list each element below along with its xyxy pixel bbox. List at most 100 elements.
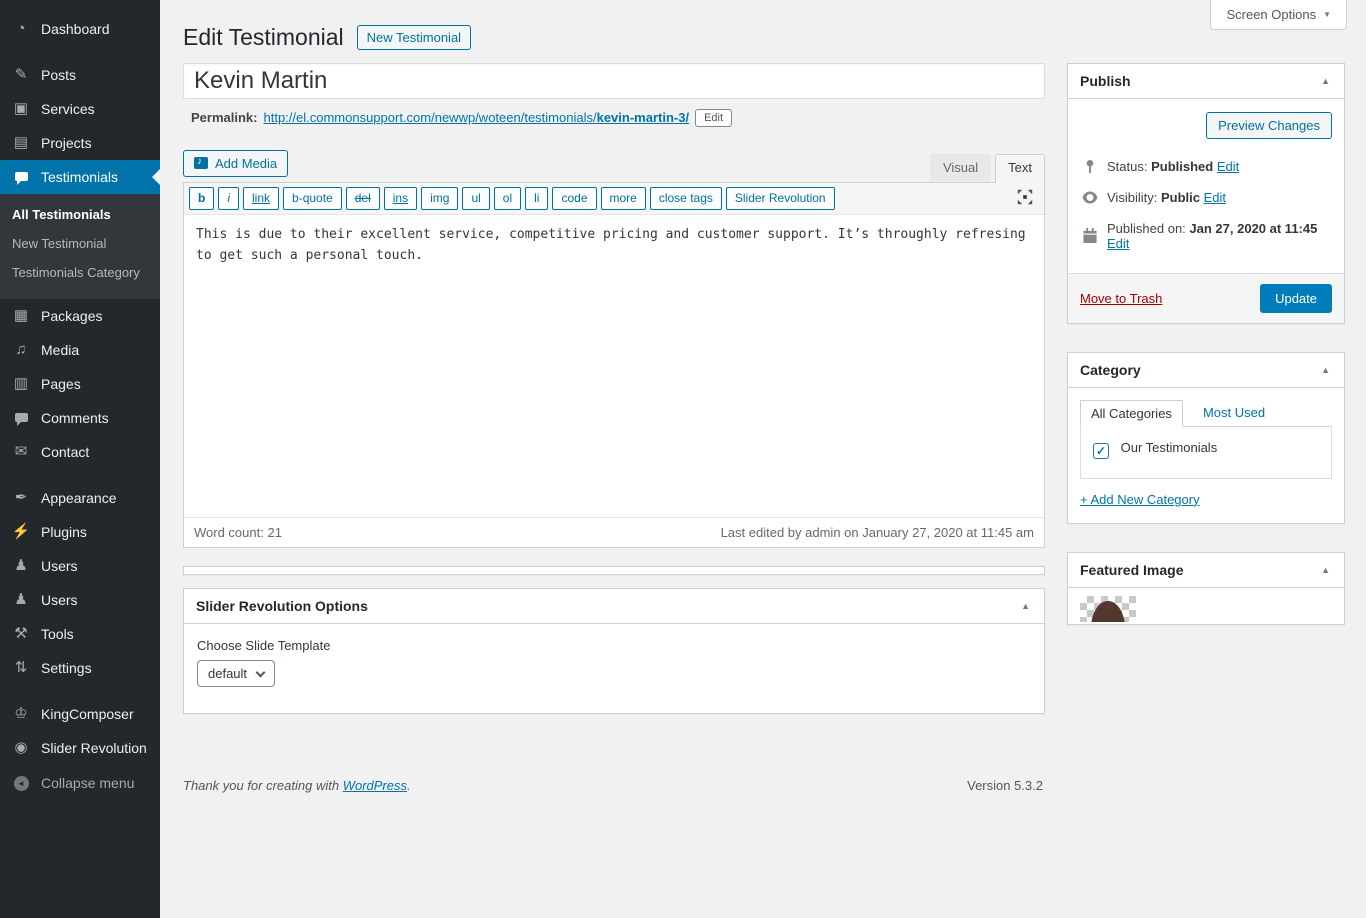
permalink-link[interactable]: http://el.commonsupport.com/newwp/woteen…	[263, 110, 689, 125]
post-title-input[interactable]	[183, 63, 1045, 99]
move-to-trash-link[interactable]: Move to Trash	[1080, 291, 1162, 306]
sidebar-item-users-2[interactable]: ♟ Users	[0, 583, 160, 617]
sidebar-item-services[interactable]: ▣ Services	[0, 92, 160, 126]
crown-icon: ♔	[11, 706, 31, 722]
sidebar-item-kingcomposer[interactable]: ♔ KingComposer	[0, 697, 160, 731]
tab-visual[interactable]: Visual	[930, 154, 991, 181]
quicktag-del-button[interactable]: del	[346, 187, 380, 211]
collapse-toggle-icon[interactable]: ▲	[1019, 599, 1032, 613]
wordpress-link[interactable]: WordPress	[343, 778, 407, 793]
permalink-base: http://el.commonsupport.com/newwp/woteen…	[263, 110, 596, 125]
permalink-slug: kevin-martin-3/	[597, 110, 689, 125]
sidebar-item-dashboard[interactable]: ◔ Dashboard	[0, 12, 160, 46]
user-icon: ♟	[11, 558, 31, 574]
metabox-title: Publish	[1080, 73, 1131, 89]
sidebar-item-tools[interactable]: ⚒ Tools	[0, 617, 160, 651]
plugin-icon: ⚡	[11, 524, 31, 540]
envelope-icon: ✉	[11, 444, 31, 460]
quicktag-ins-button[interactable]: ins	[384, 187, 417, 211]
publish-actions: Move to Trash Update	[1068, 273, 1344, 323]
quicktag-img-button[interactable]: img	[421, 187, 458, 211]
word-count: Word count: 21	[194, 525, 282, 540]
sidebar-item-appearance[interactable]: ✒ Appearance	[0, 481, 160, 515]
submenu-new-testimonial[interactable]: New Testimonial	[0, 229, 160, 258]
footer-thanks: Thank you for creating with WordPress.	[183, 778, 411, 793]
quicktag-more-button[interactable]: more	[601, 187, 646, 211]
services-icon: ▣	[11, 101, 31, 117]
sidebar-item-packages[interactable]: ▦ Packages	[0, 299, 160, 333]
post-content-textarea[interactable]: This is due to their excellent service, …	[184, 215, 1044, 517]
editor-mode-tabs: Visual Text	[930, 154, 1045, 182]
page-title: Edit Testimonial	[183, 23, 344, 53]
sidebar-item-testimonials[interactable]: Testimonials	[0, 160, 160, 194]
edit-visibility-link[interactable]: Edit	[1204, 190, 1226, 205]
publish-body: Preview Changes Status: Published Edit V…	[1068, 99, 1344, 273]
sidebar-item-label: Projects	[41, 135, 92, 151]
slider-revolution-icon: ◉	[11, 740, 31, 756]
metabox-header[interactable]: Category ▲	[1068, 353, 1344, 388]
collapse-toggle-icon[interactable]: ▲	[1319, 363, 1332, 377]
editor-status-bar: Word count: 21 Last edited by admin on J…	[184, 517, 1044, 547]
sidebar-item-projects[interactable]: ▤ Projects	[0, 126, 160, 160]
metabox-header[interactable]: Publish ▲	[1068, 64, 1344, 99]
sidebar-item-collapse-menu[interactable]: ◄ Collapse menu	[0, 765, 160, 800]
quicktag-close-tags-button[interactable]: close tags	[650, 187, 722, 211]
quicktag-slider-revolution-button[interactable]: Slider Revolution	[726, 187, 835, 211]
edit-status-link[interactable]: Edit	[1217, 159, 1239, 174]
slide-template-select[interactable]: default	[197, 660, 275, 687]
sidebar-item-users[interactable]: ♟ Users	[0, 549, 160, 583]
sidebar-item-label: Slider Revolution	[41, 740, 147, 756]
sidebar-item-label: Appearance	[41, 490, 117, 506]
sidebar-item-label: Testimonials	[41, 169, 118, 185]
preview-changes-button[interactable]: Preview Changes	[1206, 112, 1332, 139]
sidebar-item-posts[interactable]: ✎ Posts	[0, 58, 160, 92]
status-row: Status: Published Edit	[1080, 151, 1332, 182]
sidebar-item-media[interactable]: ♫ Media	[0, 333, 160, 367]
metabox-title: Slider Revolution Options	[196, 598, 368, 614]
menu-separator	[0, 46, 160, 58]
metabox-header[interactable]: Featured Image ▲	[1068, 553, 1344, 588]
sidebar-item-label: Dashboard	[41, 21, 110, 37]
sidebar-item-label: Services	[41, 101, 95, 117]
tab-text[interactable]: Text	[995, 154, 1045, 183]
sidebar-item-settings[interactable]: ⇅ Settings	[0, 651, 160, 685]
sidebar-item-slider-revolution[interactable]: ◉ Slider Revolution	[0, 731, 160, 765]
sidebar-item-pages[interactable]: ▥ Pages	[0, 367, 160, 401]
edit-published-link[interactable]: Edit	[1107, 236, 1129, 251]
sidebar-item-comments[interactable]: Comments	[0, 401, 160, 435]
quicktag-code-button[interactable]: code	[552, 187, 596, 211]
quicktag-ul-button[interactable]: ul	[462, 187, 489, 211]
metabox-header[interactable]: Slider Revolution Options ▲	[184, 589, 1044, 624]
chevron-down-icon: ▼	[1323, 10, 1331, 19]
calendar-icon	[1082, 228, 1098, 243]
quicktag-ol-button[interactable]: ol	[494, 187, 521, 211]
tab-most-used[interactable]: Most Used	[1199, 400, 1269, 426]
submenu-all-testimonials[interactable]: All Testimonials	[0, 200, 160, 229]
quicktag-link-button[interactable]: link	[243, 187, 279, 211]
category-checkbox-checked[interactable]: ✓	[1093, 443, 1109, 459]
edit-permalink-button[interactable]: Edit	[695, 109, 732, 127]
screen-options-tab[interactable]: Screen Options ▼	[1210, 0, 1347, 30]
tab-all-categories[interactable]: All Categories	[1080, 400, 1183, 427]
quicktag-italic-button[interactable]: i	[218, 187, 239, 211]
submenu-testimonials-category[interactable]: Testimonials Category	[0, 258, 160, 287]
update-button[interactable]: Update	[1260, 284, 1332, 313]
sidebar-item-plugins[interactable]: ⚡ Plugins	[0, 515, 160, 549]
sidebar-item-label: Posts	[41, 67, 76, 83]
sidebar-item-contact[interactable]: ✉ Contact	[0, 435, 160, 469]
quicktag-bold-button[interactable]: b	[189, 187, 214, 211]
sidebar-item-label: Media	[41, 342, 79, 358]
text-editor: b i link b-quote del ins img ul ol li co…	[183, 182, 1045, 549]
add-new-category-link[interactable]: + Add New Category	[1080, 492, 1200, 507]
quicktag-li-button[interactable]: li	[525, 187, 548, 211]
collapse-toggle-icon[interactable]: ▲	[1319, 74, 1332, 88]
published-on-row: Published on: Jan 27, 2020 at 11:45 Edit	[1080, 213, 1332, 259]
new-testimonial-button[interactable]: New Testimonial	[357, 25, 471, 50]
collapse-toggle-icon[interactable]: ▲	[1319, 563, 1332, 577]
add-media-label: Add Media	[215, 156, 277, 171]
add-media-button[interactable]: Add Media	[183, 150, 288, 177]
publish-box: Publish ▲ Preview Changes Status: Publis…	[1067, 63, 1345, 324]
quicktag-blockquote-button[interactable]: b-quote	[283, 187, 342, 211]
fullscreen-icon[interactable]	[1010, 186, 1040, 211]
featured-image-thumbnail[interactable]	[1080, 596, 1136, 622]
